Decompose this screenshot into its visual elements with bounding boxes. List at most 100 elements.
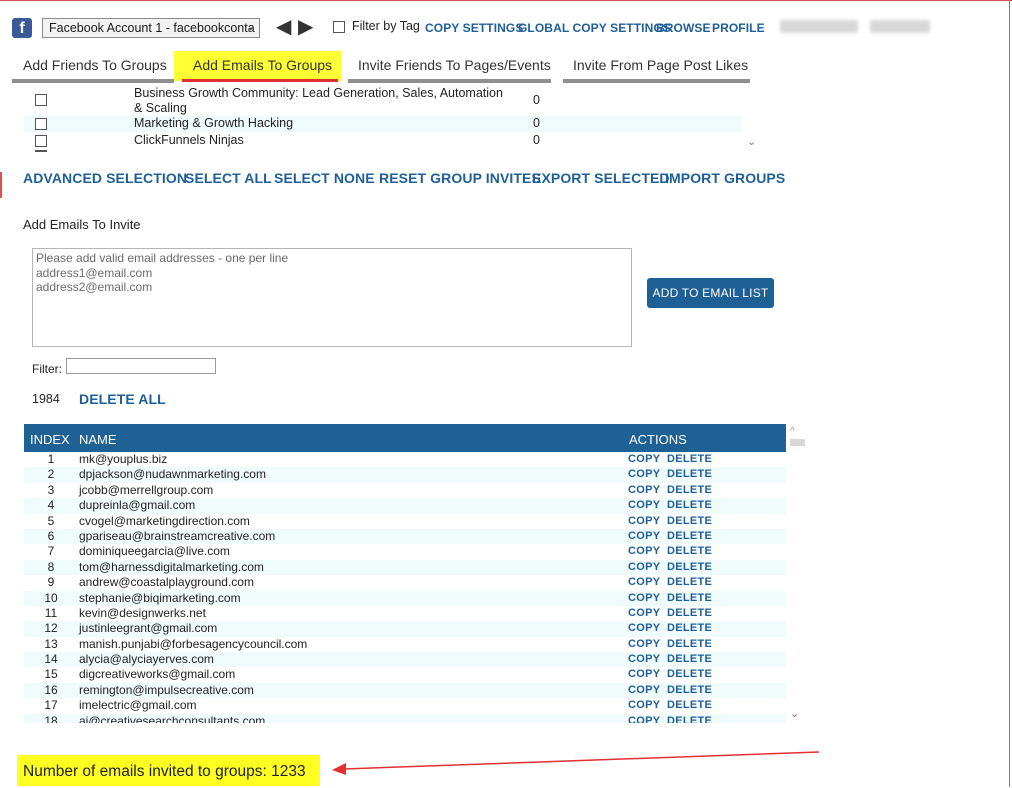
delete-button[interactable]: DELETE [667, 560, 712, 575]
select-all-link[interactable]: SELECT ALL [185, 170, 272, 186]
copy-button[interactable]: COPY [628, 483, 660, 498]
import-groups-link[interactable]: IMPORT GROUPS [665, 170, 785, 186]
table-scrollbar[interactable]: ^ ⌄ [788, 424, 806, 724]
delete-button[interactable]: DELETE [667, 606, 712, 621]
table-row: 8 tom@harnessdigitalmarketing.com COPY DELE… [24, 559, 786, 576]
row-index: 1 [47, 452, 55, 466]
delete-button[interactable]: DELETE [667, 714, 712, 723]
active-tab-underline [182, 79, 338, 82]
tab-invite-friends-to-pages[interactable]: Invite Friends To Pages/Events [358, 57, 551, 73]
copy-button[interactable]: COPY [628, 621, 660, 636]
group-row: Business Growth Community: Lead Generati… [24, 86, 742, 116]
copy-button[interactable]: COPY [628, 714, 660, 723]
group-checkbox[interactable] [35, 135, 47, 147]
advanced-selection-link[interactable]: ADVANCED SELECTION [23, 170, 187, 186]
table-row: 12 justinleegrant@gmail.com COPY DELETE [24, 621, 786, 637]
copy-button[interactable]: COPY [628, 560, 660, 575]
row-email: alycia@alyciayerves.com [79, 652, 214, 667]
delete-button[interactable]: DELETE [667, 467, 712, 482]
table-row: 10 stephanie@biqimarketing.com COPY DELETE [24, 590, 786, 606]
row-email: dominiqueegarcia@live.com [79, 544, 230, 559]
delete-all-link[interactable]: DELETE ALL [79, 391, 166, 407]
facebook-icon: f [12, 18, 32, 38]
scroll-down-icon[interactable]: ⌄ [790, 707, 799, 720]
row-email: andrew@coastalplayground.com [79, 575, 254, 590]
delete-button[interactable]: DELETE [667, 698, 712, 713]
copy-button[interactable]: COPY [628, 652, 660, 667]
table-row: 18 aj@creativesearchconsultants.com COPY DE… [24, 713, 786, 723]
group-checkbox[interactable] [35, 118, 47, 130]
tab-underline [12, 79, 174, 83]
group-invite-count: 0 [533, 116, 540, 130]
scrollbar-thumb[interactable] [790, 439, 805, 446]
copy-button[interactable]: COPY [628, 698, 660, 713]
tab-add-emails-to-groups[interactable]: Add Emails To Groups [193, 57, 332, 73]
delete-button[interactable]: DELETE [667, 683, 712, 698]
email-table-body: 1 mk@youplus.biz COPY DELETE 2 dpjackson@nud… [24, 452, 786, 723]
delete-button[interactable]: DELETE [667, 652, 712, 667]
delete-button[interactable]: DELETE [667, 452, 712, 467]
delete-button[interactable]: DELETE [667, 667, 712, 682]
copy-button[interactable]: COPY [628, 467, 660, 482]
copy-button[interactable]: COPY [628, 683, 660, 698]
row-email: justinleegrant@gmail.com [79, 621, 218, 636]
filter-by-tag-label: Filter by Tag [352, 19, 420, 33]
row-email: imelectric@gmail.com [79, 698, 197, 713]
select-none-link[interactable]: SELECT NONE [274, 170, 375, 186]
row-email: dpjackson@nudawnmarketing.com [79, 467, 266, 482]
column-actions: ACTIONS [629, 432, 687, 447]
filter-input[interactable] [66, 358, 216, 374]
reset-group-invites-link[interactable]: RESET GROUP INVITES [379, 170, 541, 186]
table-row: 17 imelectric@gmail.com COPY DELETE [24, 698, 786, 713]
copy-settings-link[interactable]: COPY SETTINGS [425, 21, 523, 35]
scroll-up-icon[interactable]: ^ [790, 426, 795, 437]
copy-button[interactable]: COPY [628, 498, 660, 513]
delete-button[interactable]: DELETE [667, 637, 712, 652]
delete-button[interactable]: DELETE [667, 514, 712, 529]
row-index: 16 [44, 682, 58, 697]
copy-button[interactable]: COPY [628, 529, 660, 544]
table-row: 2 dpjackson@nudawnmarketing.com COPY DELETE [24, 467, 786, 483]
frame-right-edge [1009, 0, 1010, 787]
delete-button[interactable]: DELETE [667, 575, 712, 590]
row-email: dupreinla@gmail.com [79, 498, 196, 513]
delete-button[interactable]: DELETE [667, 621, 712, 636]
group-checkbox[interactable] [35, 94, 47, 106]
table-row: 9 andrew@coastalplayground.com COPY DELETE [24, 575, 786, 590]
copy-button[interactable]: COPY [628, 544, 660, 559]
delete-button[interactable]: DELETE [667, 544, 712, 559]
previous-arrow-icon[interactable]: ◀ [276, 17, 291, 37]
profile-link[interactable]: PROFILE [712, 21, 765, 35]
table-row: 16 remington@impulsecreative.com COPY DELET… [24, 682, 786, 699]
frame-top-edge [0, 0, 1012, 1]
tab-invite-from-page-post-likes[interactable]: Invite From Page Post Likes [573, 57, 748, 73]
copy-button[interactable]: COPY [628, 667, 660, 682]
account-select[interactable]: Facebook Account 1 - facebookconta ⌄ [42, 18, 260, 38]
add-to-email-list-button[interactable]: ADD TO EMAIL LIST [647, 278, 774, 308]
frame-left-mark [0, 172, 2, 198]
delete-button[interactable]: DELETE [667, 529, 712, 544]
copy-button[interactable]: COPY [628, 591, 660, 606]
scroll-down-icon[interactable]: ⌄ [747, 135, 756, 148]
column-name: NAME [79, 432, 117, 447]
delete-button[interactable]: DELETE [667, 483, 712, 498]
row-index: 2 [47, 467, 55, 482]
tab-add-friends-to-groups[interactable]: Add Friends To Groups [23, 57, 167, 73]
delete-button[interactable]: DELETE [667, 498, 712, 513]
copy-button[interactable]: COPY [628, 452, 660, 467]
copy-button[interactable]: COPY [628, 575, 660, 590]
row-index: 12 [44, 621, 58, 636]
copy-button[interactable]: COPY [628, 637, 660, 652]
delete-button[interactable]: DELETE [667, 591, 712, 606]
filter-by-tag-checkbox[interactable] [333, 21, 345, 33]
copy-button[interactable]: COPY [628, 514, 660, 529]
browse-link[interactable]: BROWSE [656, 21, 711, 35]
next-arrow-icon[interactable]: ▶ [298, 17, 313, 37]
row-index: 11 [44, 605, 58, 620]
export-selected-link[interactable]: EXPORT SELECTED [532, 170, 670, 186]
email-textarea[interactable]: Please add valid email addresses - one p… [32, 248, 632, 347]
group-name: Business Growth Community: Lead Generati… [134, 86, 503, 115]
global-copy-settings-link[interactable]: GLOBAL COPY SETTINGS [518, 21, 671, 35]
column-index: INDEX [30, 432, 70, 447]
copy-button[interactable]: COPY [628, 606, 660, 621]
